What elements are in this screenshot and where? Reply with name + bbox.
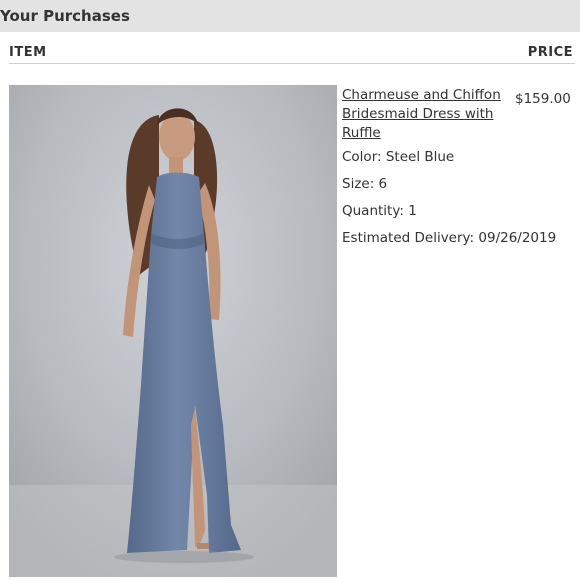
dress-photo-icon — [9, 85, 337, 577]
product-image[interactable] — [9, 85, 337, 577]
item-estimated-delivery: Estimated Delivery: 09/26/2019 — [342, 230, 557, 246]
item-size: Size: 6 — [342, 176, 388, 192]
product-name-link[interactable]: Charmeuse and Chiffon Bridesmaid Dress w… — [342, 86, 512, 143]
item-price: $159.00 — [515, 91, 571, 107]
item-quantity: Quantity: 1 — [342, 203, 417, 219]
header-divider — [9, 63, 575, 64]
item-color: Color: Steel Blue — [342, 149, 455, 165]
purchases-header: Your Purchases — [0, 0, 580, 32]
price-column-header: PRICE — [527, 45, 573, 60]
item-details: Charmeuse and Chiffon Bridesmaid Dress w… — [342, 86, 557, 256]
page-title: Your Purchases — [0, 7, 130, 25]
item-column-header: ITEM — [9, 45, 47, 60]
